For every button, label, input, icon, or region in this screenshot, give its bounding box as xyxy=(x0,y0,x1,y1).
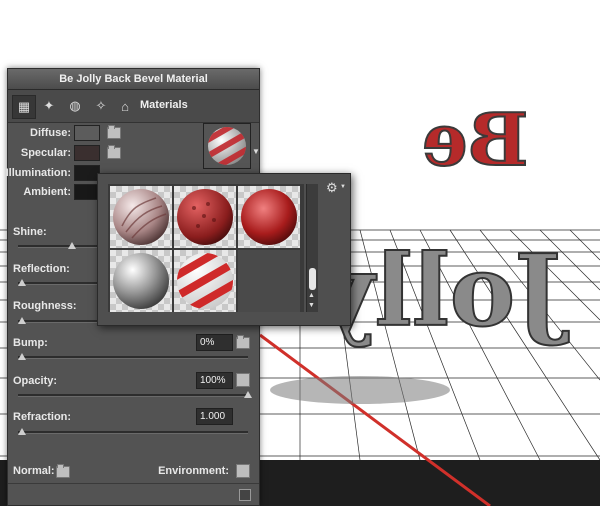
material-preview-thumbnail[interactable] xyxy=(203,123,251,169)
normal-texture-folder-icon[interactable] xyxy=(56,464,70,478)
environment-texture-edit-icon[interactable] xyxy=(236,464,250,478)
preset-item-empty xyxy=(238,250,300,312)
diffuse-texture-folder-icon[interactable] xyxy=(107,125,121,139)
panel-footer-icon[interactable] xyxy=(239,489,251,501)
diffuse-label: Diffuse: xyxy=(30,127,71,139)
bump-label: Bump: xyxy=(13,337,48,349)
mesh-icon[interactable]: ✧ xyxy=(90,95,112,117)
ambient-label: Ambient: xyxy=(23,186,71,198)
material-icon[interactable]: ◍ xyxy=(64,95,86,117)
environment-label: Environment: xyxy=(158,465,229,477)
bump-value-field[interactable]: 0% xyxy=(196,334,233,351)
scene-text: Be xyxy=(422,97,529,182)
reflection-label: Reflection: xyxy=(13,263,70,275)
diffuse-swatch[interactable] xyxy=(74,125,100,141)
bump-slider-thumb[interactable] xyxy=(18,353,26,360)
preset-item-candy-stripe[interactable] xyxy=(174,250,236,312)
panel-tab-bar: ▦ ✦ ◍ ✧ ⌂ Materials xyxy=(8,90,259,123)
specular-texture-folder-icon[interactable] xyxy=(107,145,121,159)
shine-label: Shine: xyxy=(13,226,47,238)
preset-grid xyxy=(108,184,304,312)
refraction-label: Refraction: xyxy=(13,411,72,423)
preset-item-chrome[interactable] xyxy=(110,250,172,312)
preset-item-rough-red[interactable] xyxy=(174,186,236,248)
scroll-down-icon[interactable]: ▼ xyxy=(308,302,315,309)
preset-item-wood[interactable] xyxy=(110,186,172,248)
specular-swatch[interactable] xyxy=(74,145,100,161)
preview-dropdown-icon[interactable]: ▼ xyxy=(252,147,260,156)
refraction-slider-thumb[interactable] xyxy=(18,428,26,435)
illumination-label: Illumination: xyxy=(5,167,71,179)
camera-icon[interactable]: ⌂ xyxy=(114,95,136,117)
gear-menu-chevron-icon[interactable]: ▼ xyxy=(340,184,346,190)
preset-item-glossy-red[interactable] xyxy=(238,186,300,248)
bump-texture-folder-icon[interactable] xyxy=(236,335,250,349)
preset-scrollbar[interactable]: ▲ ▼ xyxy=(306,184,318,312)
reflection-slider-thumb[interactable] xyxy=(18,279,26,286)
shine-slider-thumb[interactable] xyxy=(68,242,76,249)
gear-icon[interactable]: ⚙ xyxy=(326,180,338,196)
specular-label: Specular: xyxy=(20,147,71,159)
panel-divider xyxy=(8,483,259,484)
preset-scrollbar-thumb[interactable] xyxy=(309,268,316,290)
opacity-texture-edit-icon[interactable] xyxy=(236,373,250,387)
svg-text:Jolly: Jolly xyxy=(315,234,569,349)
panel-title: Be Jolly Back Bevel Material xyxy=(8,69,259,90)
opacity-value-field[interactable]: 100% xyxy=(196,372,233,389)
material-preset-picker: ▲ ▼ ⚙ ▼ xyxy=(97,173,351,326)
roughness-slider-thumb[interactable] xyxy=(18,317,26,324)
opacity-slider-thumb[interactable] xyxy=(244,391,252,398)
scroll-up-icon[interactable]: ▲ xyxy=(308,292,315,299)
roughness-label: Roughness: xyxy=(13,300,77,312)
refraction-slider[interactable] xyxy=(18,428,248,435)
opacity-slider[interactable] xyxy=(18,391,252,398)
bump-slider[interactable] xyxy=(18,353,248,360)
normal-label: Normal: xyxy=(13,465,55,477)
scene-icon[interactable]: ▦ xyxy=(12,95,36,119)
light-icon[interactable]: ✦ xyxy=(38,95,60,117)
opacity-label: Opacity: xyxy=(13,375,58,387)
tab-materials-label: Materials xyxy=(140,99,188,111)
refraction-value-field[interactable]: 1.000 xyxy=(196,408,233,425)
